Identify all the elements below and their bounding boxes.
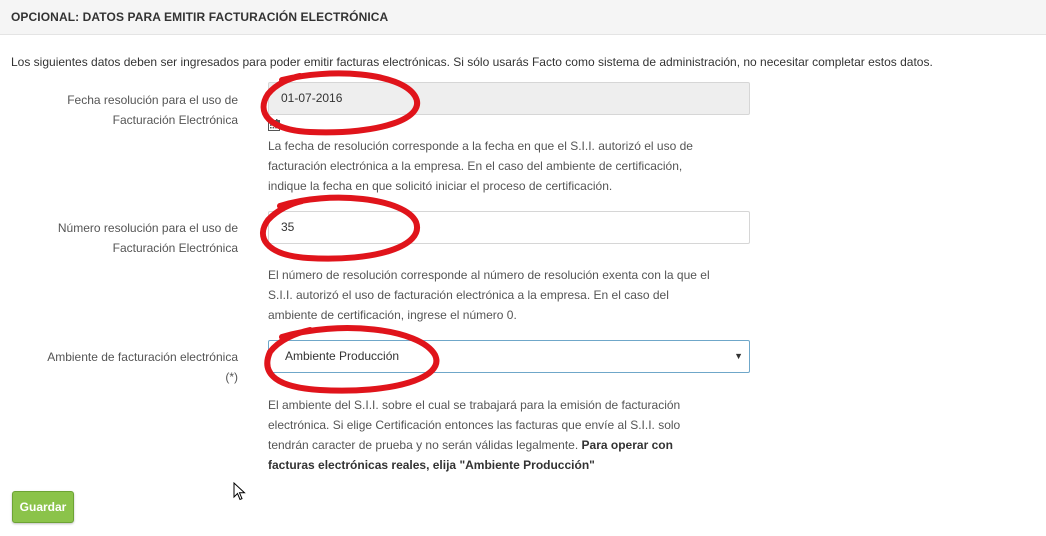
fecha-resolucion-label: Fecha resolución para el uso de Facturac… — [8, 90, 238, 130]
panel-title: OPCIONAL: DATOS PARA EMITIR FACTURACIÓN … — [11, 10, 389, 24]
fecha-resolucion-help: La fecha de resolución corresponde a la … — [268, 136, 758, 196]
numero-resolucion-label-line1: Número resolución para el uso de — [57, 221, 238, 235]
ambiente-help: El ambiente del S.I.I. sobre el cual se … — [268, 395, 758, 475]
fecha-resolucion-label-line2: Facturación Electrónica — [112, 113, 238, 127]
ambiente-label-required: (*) — [225, 370, 238, 384]
numero-resolucion-help: El número de resolución corresponde al n… — [268, 265, 758, 325]
fecha-help-line1: La fecha de resolución corresponde a la … — [268, 139, 693, 153]
ambiente-label-line1: Ambiente de facturación electrónica — [47, 350, 238, 364]
fecha-resolucion-label-line1: Fecha resolución para el uso de — [67, 93, 238, 107]
panel-header: OPCIONAL: DATOS PARA EMITIR FACTURACIÓN … — [0, 0, 1046, 35]
save-button[interactable]: Guardar — [12, 491, 74, 523]
ambiente-help-line3-text: tendrán caracter de prueba y no serán vá… — [268, 438, 582, 452]
numero-resolucion-input[interactable]: 35 — [268, 211, 750, 244]
numero-resolucion-label: Número resolución para el uso de Factura… — [8, 218, 238, 258]
mouse-pointer-icon — [233, 482, 246, 501]
fecha-help-line3: indique la fecha en que solicitó iniciar… — [268, 179, 613, 193]
numero-resolucion-label-line2: Facturación Electrónica — [112, 241, 238, 255]
page: OPCIONAL: DATOS PARA EMITIR FACTURACIÓN … — [0, 0, 1046, 536]
ambiente-help-line3: tendrán caracter de prueba y no serán vá… — [268, 435, 758, 455]
ambiente-help-line4: facturas electrónicas reales, elija "Amb… — [268, 455, 758, 475]
intro-text: Los siguientes datos deben ser ingresado… — [11, 55, 933, 69]
fecha-resolucion-input[interactable]: 01-07-2016 — [268, 82, 750, 115]
ambiente-help-line4-bold: facturas electrónicas reales, elija "Amb… — [268, 458, 595, 472]
calendar-icon[interactable] — [268, 119, 280, 131]
ambiente-selected-value: Ambiente Producción — [285, 349, 400, 363]
ambiente-select[interactable]: Ambiente Producción ▼ — [268, 340, 750, 373]
chevron-down-icon: ▼ — [734, 351, 743, 361]
ambiente-help-line2: electrónica. Si elige Certificación ento… — [268, 418, 681, 432]
ambiente-help-line3-bold: Para operar con — [581, 438, 673, 452]
ambiente-label: Ambiente de facturación electrónica (*) — [8, 347, 238, 387]
numero-help-line2: S.I.I. autorizó el uso de facturación el… — [268, 288, 669, 302]
fecha-help-line2: facturación electrónica a la empresa. En… — [268, 159, 683, 173]
numero-help-line3: ambiente de certificación, ingrese el nú… — [268, 308, 517, 322]
ambiente-help-line1: El ambiente del S.I.I. sobre el cual se … — [268, 398, 681, 412]
numero-help-line1: El número de resolución corresponde al n… — [268, 268, 710, 282]
